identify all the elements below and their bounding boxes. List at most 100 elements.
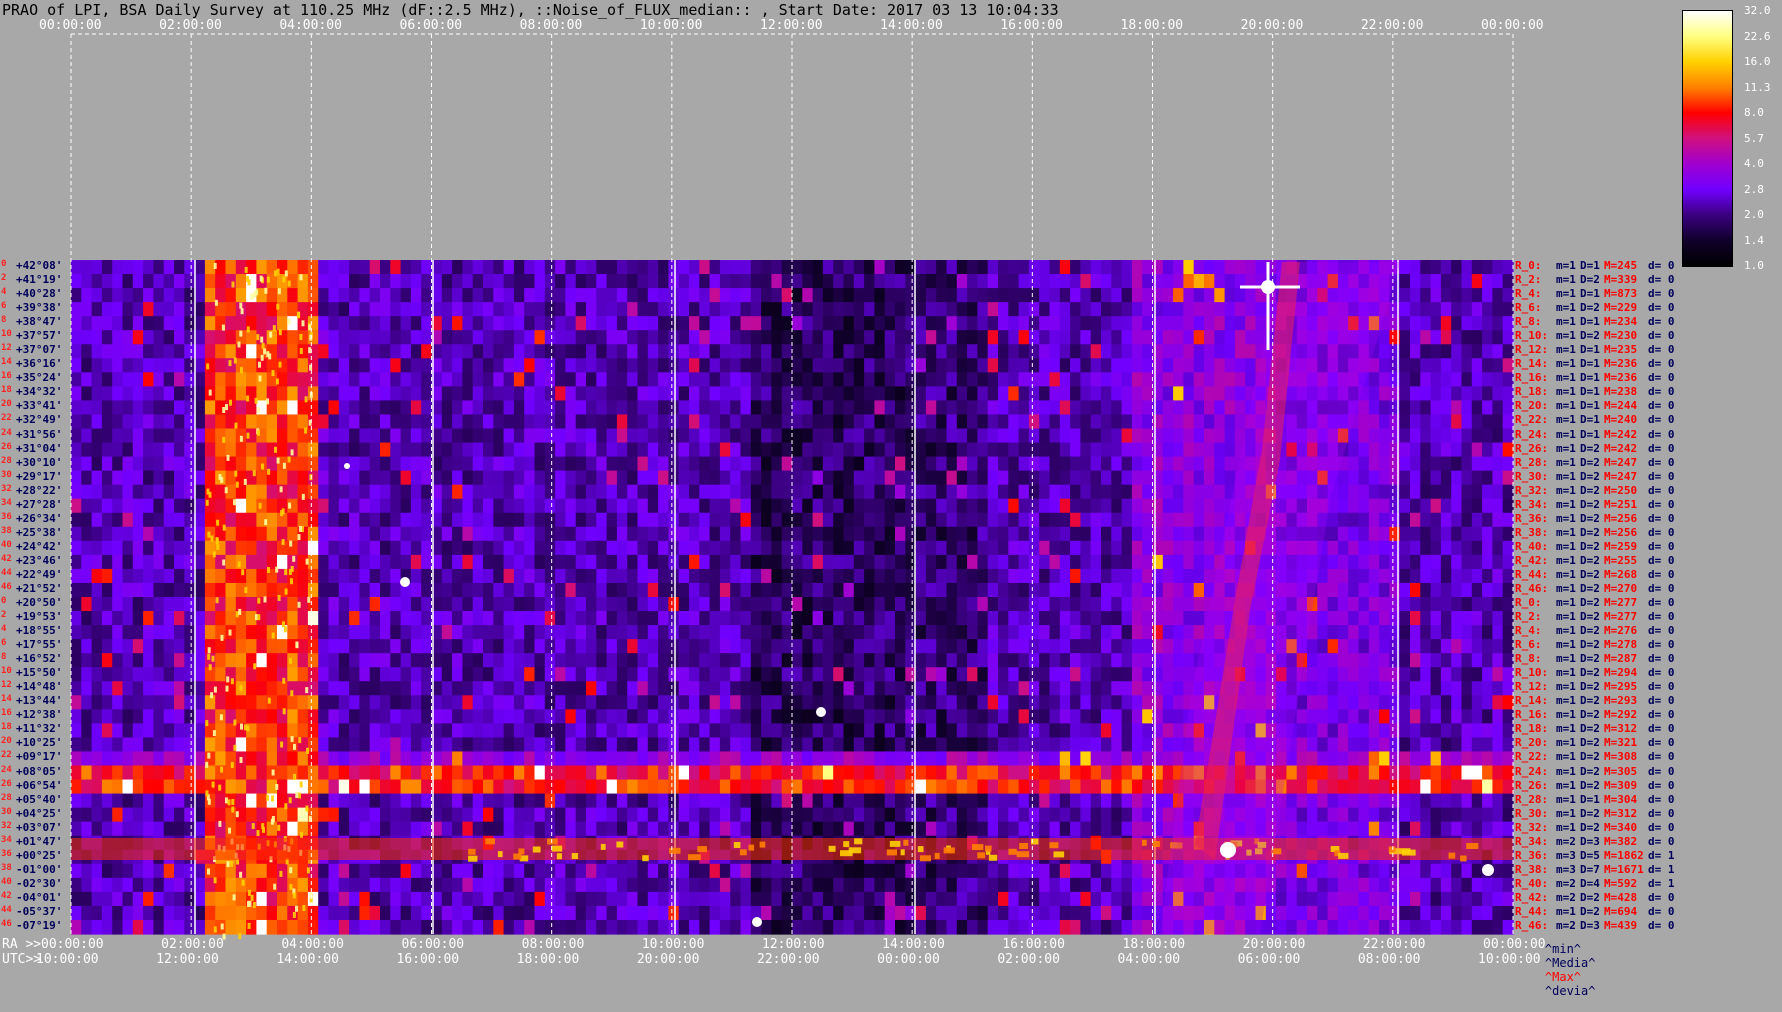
heatmap-cell (318, 723, 329, 738)
heatmap-cell (1153, 681, 1164, 696)
heatmap-cell (761, 457, 772, 472)
heatmap-cell (1256, 260, 1267, 275)
heatmap-cell (1153, 737, 1164, 752)
heatmap-cell (668, 639, 679, 654)
heatmap-cell (1348, 471, 1359, 486)
heatmap-cell (947, 681, 958, 696)
heatmap-cell (617, 429, 628, 444)
heatmap-cell (802, 302, 813, 317)
heatmap-cell (1019, 737, 1030, 752)
heatmap-cell (205, 737, 216, 752)
heatmap-cell (730, 260, 741, 275)
heatmap-cell (215, 274, 226, 289)
heatmap-cell (174, 513, 185, 528)
heatmap-cell (792, 358, 803, 373)
heatmap-cell (380, 274, 391, 289)
heatmap-cell (442, 274, 453, 289)
heatmap-cell (658, 414, 669, 429)
heatmap-cell (720, 583, 731, 598)
heatmap-cell (627, 344, 638, 359)
heatmap-cell (895, 751, 906, 766)
heatmap-cell (699, 330, 710, 345)
heatmap-cell (1431, 597, 1442, 612)
heatmap-cell (998, 737, 1009, 752)
heatmap-cell (555, 372, 566, 387)
heatmap-cell (967, 555, 978, 570)
heatmap-cell (442, 386, 453, 401)
heatmap-cell (545, 358, 556, 373)
heatmap-cell (401, 611, 412, 626)
heatmap-cell (710, 358, 721, 373)
heatmap-cell (874, 429, 885, 444)
heatmap-cell (1214, 302, 1225, 317)
heatmap-cell (1338, 737, 1349, 752)
heatmap-cell (1441, 541, 1452, 556)
heatmap-cell (1091, 611, 1102, 626)
heatmap-cell (535, 667, 546, 682)
heatmap-cell (267, 737, 278, 752)
heatmap-cell (576, 625, 587, 640)
heatmap-cell (473, 527, 484, 542)
heatmap-cell (895, 653, 906, 668)
heatmap-cell (596, 555, 607, 570)
heatmap-cell (1431, 723, 1442, 738)
heatmap-cell (977, 302, 988, 317)
heatmap-cell (411, 429, 422, 444)
heatmap-cell (576, 583, 587, 598)
heatmap-cell (1070, 695, 1081, 710)
heatmap-cell (1420, 555, 1431, 570)
heatmap-cell (689, 681, 700, 696)
heatmap-cell (699, 737, 710, 752)
heatmap-cell (504, 358, 515, 373)
heatmap-cell (123, 709, 134, 724)
heatmap-cell (555, 443, 566, 458)
heatmap-cell (483, 737, 494, 752)
heatmap-cell (133, 344, 144, 359)
heatmap-cell (287, 372, 298, 387)
heatmap-cell (658, 429, 669, 444)
heatmap-cell (1410, 527, 1421, 542)
heatmap-cell (1163, 429, 1174, 444)
heatmap-cell (936, 499, 947, 514)
heatmap-cell (988, 639, 999, 654)
heatmap-cell (329, 555, 340, 570)
heatmap-cell (462, 527, 473, 542)
heatmap-cell (1080, 695, 1091, 710)
heatmap-cell (895, 330, 906, 345)
heatmap-cell (1194, 429, 1205, 444)
heatmap-cell (771, 723, 782, 738)
heatmap-cell (452, 653, 463, 668)
heatmap-cell (535, 330, 546, 345)
heatmap-cell (452, 414, 463, 429)
heatmap-cell (1472, 344, 1483, 359)
heatmap-cell (1472, 288, 1483, 303)
heatmap-cell (143, 302, 154, 317)
heatmap-cell (648, 625, 659, 640)
heatmap-cell (926, 751, 937, 766)
heatmap-cell (1050, 541, 1061, 556)
heatmap-cell (1214, 358, 1225, 373)
heatmap-cell (699, 597, 710, 612)
heatmap-cell (92, 737, 103, 752)
heatmap-cell (710, 429, 721, 444)
heatmap-cell (1441, 597, 1452, 612)
heatmap-cell (782, 709, 793, 724)
heatmap-cell (988, 414, 999, 429)
heatmap-cell (565, 695, 576, 710)
heatmap-cell (998, 288, 1009, 303)
heatmap-cell (1400, 344, 1411, 359)
heatmap-cell (370, 443, 381, 458)
heatmap-cell (1029, 653, 1040, 668)
heatmap-cell (329, 414, 340, 429)
heatmap-cell (1256, 302, 1267, 317)
heatmap-cell (123, 737, 134, 752)
heatmap-cell (813, 260, 824, 275)
heatmap-cell (535, 344, 546, 359)
heatmap-cell (771, 386, 782, 401)
heatmap-cell (957, 344, 968, 359)
heatmap-cell (1359, 541, 1370, 556)
heatmap-cell (493, 260, 504, 275)
heatmap-cell (1400, 681, 1411, 696)
heatmap-cell (401, 429, 412, 444)
heatmap-cell (92, 653, 103, 668)
